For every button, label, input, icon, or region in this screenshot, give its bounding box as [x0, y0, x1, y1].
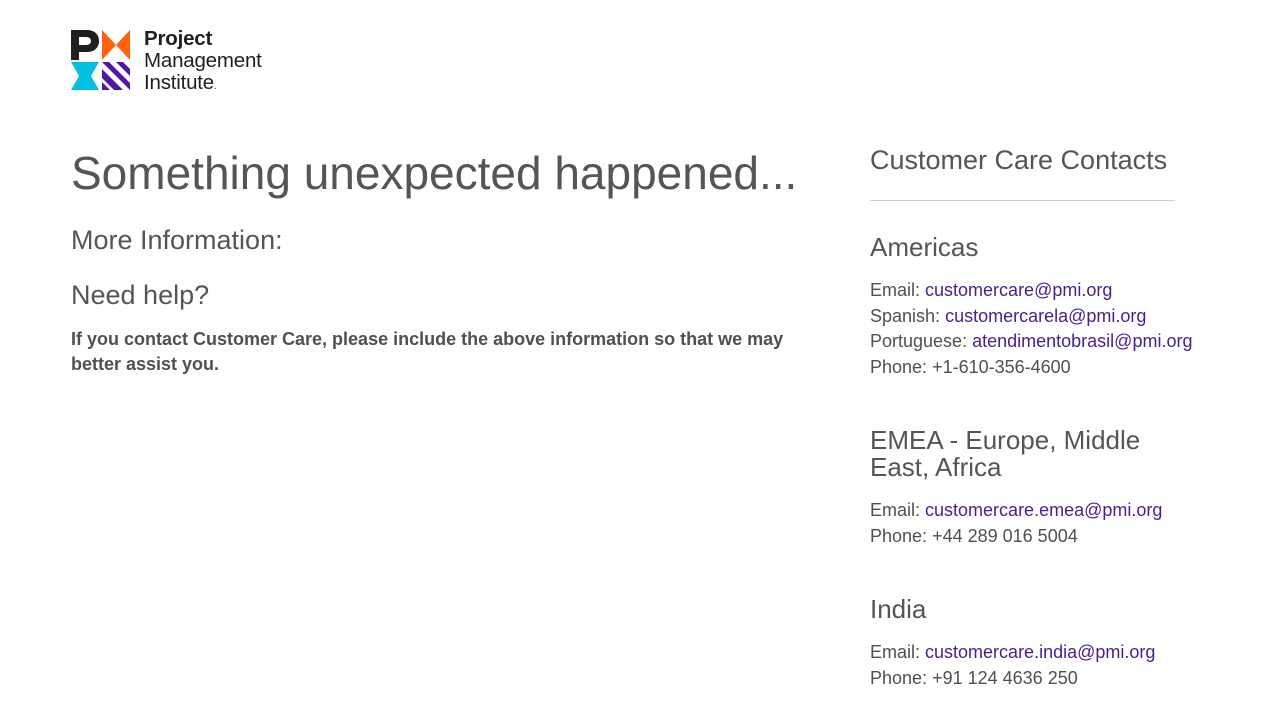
email-link[interactable]: customercare.india@pmi.org — [925, 642, 1155, 662]
contact-line: Spanish: customercarela@pmi.org — [870, 304, 1200, 330]
contacts-heading: Customer Care Contacts — [870, 145, 1168, 175]
region-heading: EMEA - Europe, Middle East, Africa — [870, 425, 1141, 482]
email-link[interactable]: customercarela@pmi.org — [945, 306, 1146, 326]
help-text: If you contact Customer Care, please inc… — [71, 329, 784, 374]
error-page: Project Management Institute. Something … — [0, 0, 1280, 720]
phone-number: +91 124 4636 250 — [932, 667, 1078, 688]
contact-label: Phone: — [870, 356, 928, 377]
logo-line-institute: Institute — [144, 71, 214, 94]
email-link[interactable]: atendimentobrasil@pmi.org — [972, 331, 1192, 351]
region-heading: Americas — [870, 232, 979, 262]
region-emea: EMEA - Europe, Middle East, Africa Email… — [870, 427, 1200, 549]
customer-care-contacts: Customer Care Contacts Americas Email: c… — [870, 144, 1200, 691]
contact-line: Phone: +1-610-356-4600 — [870, 355, 1200, 381]
main-content: Something unexpected happened... More In… — [71, 146, 801, 377]
contact-line: Phone: +44 289 016 5004 — [870, 524, 1200, 550]
contact-line: Phone: +91 124 4636 250 — [870, 666, 1200, 692]
contact-label: Email: — [870, 642, 921, 662]
phone-number: +1-610-356-4600 — [932, 356, 1071, 377]
contact-line: Email: customercare.india@pmi.org — [870, 640, 1200, 666]
contact-label: Email: — [870, 280, 921, 300]
contact-label: Spanish: — [870, 305, 941, 326]
pmi-logo-text: Project Management Institute. — [144, 27, 262, 94]
logo-line-management: Management — [144, 49, 262, 72]
email-link[interactable]: customercare.emea@pmi.org — [925, 500, 1162, 520]
region-americas: Americas Email: customercare@pmi.org Spa… — [870, 234, 1200, 380]
pmi-logo[interactable]: Project Management Institute. — [71, 27, 262, 97]
more-information-heading: More Information: — [71, 225, 283, 255]
contact-line: Email: customercare@pmi.org — [870, 278, 1200, 304]
logo-line-project: Project — [144, 27, 213, 50]
contact-label: Portuguese: — [870, 331, 968, 351]
contact-label: Phone: — [870, 667, 928, 688]
contact-label: Email: — [870, 500, 921, 520]
divider — [870, 200, 1175, 201]
contact-label: Phone: — [870, 525, 928, 546]
pmi-logo-mark-icon — [71, 30, 130, 90]
region-india: India Email: customercare.india@pmi.org … — [870, 596, 1200, 691]
need-help-heading: Need help? — [71, 280, 210, 310]
contact-line: Email: customercare.emea@pmi.org — [870, 498, 1200, 524]
phone-number: +44 289 016 5004 — [932, 525, 1078, 546]
region-heading: India — [870, 594, 927, 624]
email-link[interactable]: customercare@pmi.org — [925, 280, 1112, 300]
contact-line: Portuguese: atendimentobrasil@pmi.org — [870, 329, 1200, 355]
page-title: Something unexpected happened... — [71, 147, 798, 199]
